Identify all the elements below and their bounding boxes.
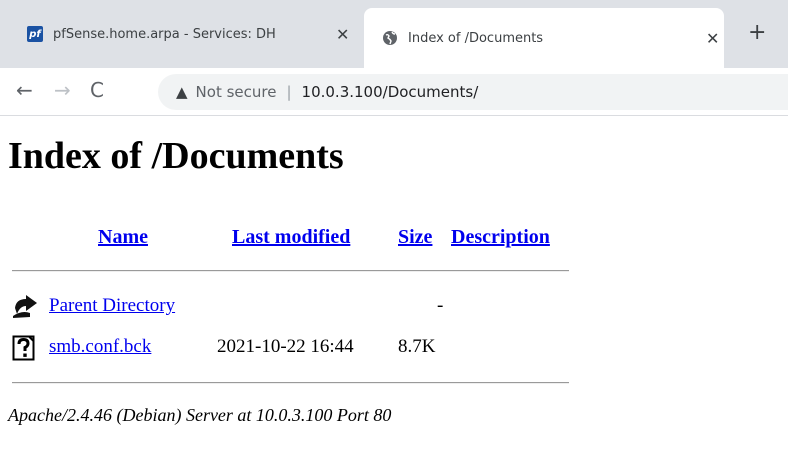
column-header-name[interactable]: Name [98, 226, 148, 249]
last-modified: 2021-10-22 16:44 [217, 336, 354, 357]
parent-directory-link[interactable]: Parent Directory [49, 295, 175, 317]
pfsense-icon: pf [27, 26, 43, 42]
back-button[interactable]: ← [16, 78, 33, 102]
unknown-file-icon [12, 335, 35, 361]
column-header-description[interactable]: Description [451, 226, 550, 249]
new-tab-button[interactable]: + [748, 20, 766, 45]
divider [12, 270, 569, 272]
tab-strip: pf pfSense.home.arpa - Services: DH ✕ In… [0, 0, 788, 68]
separator: | [286, 83, 292, 101]
forward-button[interactable]: → [54, 78, 71, 102]
divider [12, 382, 569, 384]
address-bar[interactable]: ▲ Not secure | 10.0.3.100/Documents/ [158, 74, 788, 110]
reload-button[interactable]: C [90, 78, 104, 102]
tab-index-of-documents[interactable]: Index of /Documents ✕ [364, 8, 724, 68]
browser-toolbar: ← → C ▲ Not secure | 10.0.3.100/Document… [0, 68, 788, 116]
file-size: 8.7K [398, 336, 436, 357]
close-icon[interactable]: ✕ [336, 25, 349, 44]
column-header-size[interactable]: Size [398, 226, 432, 249]
server-signature: Apache/2.4.46 (Debian) Server at 10.0.3.… [8, 405, 392, 425]
tab-pfsense[interactable]: pf pfSense.home.arpa - Services: DH ✕ [0, 8, 362, 60]
tab-title: pfSense.home.arpa - Services: DH [53, 26, 276, 42]
url-text[interactable]: 10.0.3.100/Documents/ [302, 83, 479, 101]
page-title: Index of /Documents [8, 135, 344, 177]
globe-icon [383, 31, 397, 45]
file-link-smb-conf-bck[interactable]: smb.conf.bck [49, 336, 151, 358]
file-size: - [437, 295, 444, 316]
close-icon[interactable]: ✕ [706, 29, 719, 48]
back-arrow-icon [13, 295, 37, 318]
tab-title: Index of /Documents [408, 30, 544, 46]
security-label[interactable]: Not secure [196, 83, 277, 101]
warning-icon[interactable]: ▲ [176, 83, 188, 101]
column-header-last-modified[interactable]: Last modified [232, 226, 350, 249]
